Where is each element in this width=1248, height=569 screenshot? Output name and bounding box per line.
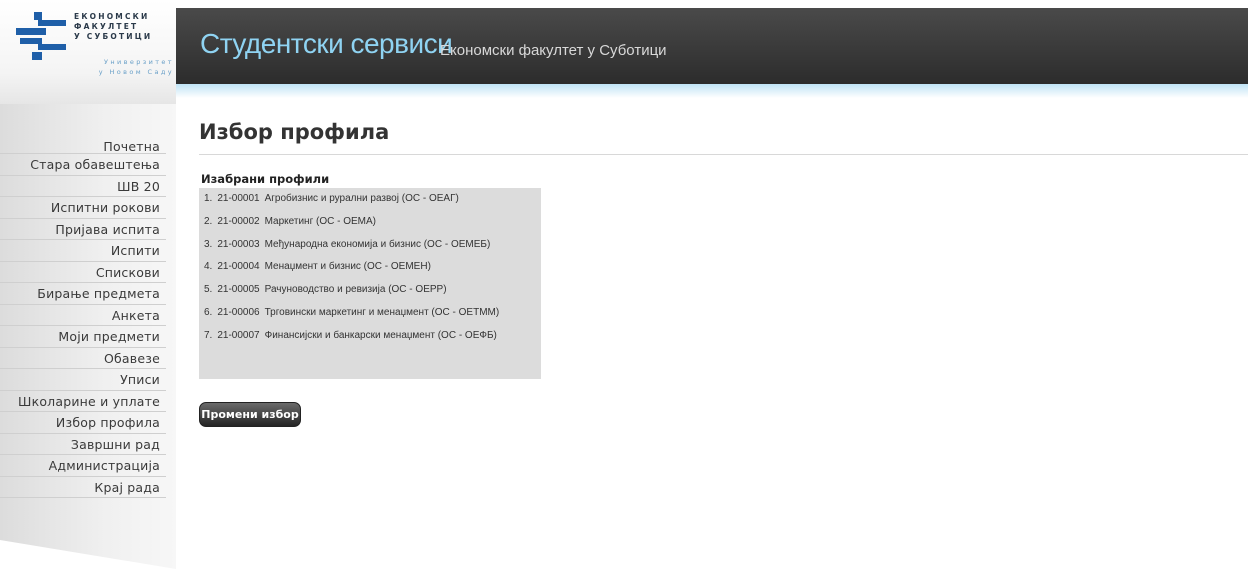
- title-divider: [199, 154, 1248, 155]
- profile-name: Менаџмент и бизнис (ОС - ОЕМЕН): [264, 261, 431, 273]
- faculty-logo-icon: [16, 12, 66, 60]
- profile-number: 2.: [204, 215, 213, 227]
- change-selection-button[interactable]: Промени избор: [199, 402, 301, 427]
- logo-line-2: ФАКУЛТЕТ: [74, 22, 139, 31]
- profile-number: 1.: [204, 193, 213, 204]
- profile-name: Финансијски и банкарски менаџмент (ОС - …: [264, 329, 497, 341]
- sidebar-item-course-selection[interactable]: Бирање предмета: [0, 283, 166, 305]
- sidebar-item-survey[interactable]: Анкета: [0, 305, 166, 326]
- logo-text: ЕКОНОМСКИ ФАКУЛТЕТ У СУБОТИЦИ: [74, 12, 174, 42]
- profile-number: 4.: [204, 261, 213, 273]
- sidebar-item-tuition-payments[interactable]: Школарине и уплате: [0, 391, 166, 412]
- profiles-list: 1. 21-00001 Агробизнис и рурални развој (О…: [199, 188, 541, 353]
- logo-line-1: ЕКОНОМСКИ: [74, 12, 150, 21]
- sidebar-item-administration[interactable]: Администрација: [0, 455, 166, 477]
- profile-name: Рачуноводство и ревизија (ОС - ОЕРР): [264, 284, 447, 296]
- sidebar-item-my-courses[interactable]: Моји предмети: [0, 326, 166, 348]
- sidebar-item-enrollments[interactable]: Уписи: [0, 369, 166, 391]
- list-item: 1. 21-00001 Агробизнис и рурални развој (О…: [204, 193, 541, 216]
- profile-name: Међународна економија и бизнис (ОС - ОЕМ…: [264, 238, 491, 250]
- profile-number: 6.: [204, 306, 213, 318]
- list-item: 4. 21-00004 Менаџмент и бизнис (ОС - ОЕМЕН…: [204, 261, 541, 284]
- page-title: Избор профила: [199, 120, 390, 144]
- profile-code: 21-00004: [217, 261, 260, 273]
- list-item: 2. 21-00002 Маркетинг (ОС - ОЕМА): [204, 216, 541, 239]
- profile-code: 21-00001: [217, 193, 260, 204]
- profile-number: 3.: [204, 238, 213, 250]
- sidebar-item-old-notices[interactable]: Стара обавештења: [0, 154, 166, 176]
- profile-number: 5.: [204, 284, 213, 296]
- selected-profiles-label: Изабрани профили: [201, 172, 330, 186]
- profile-name: Трговински маркетинг и менаџмент (ОС - О…: [264, 306, 500, 318]
- list-item: 7. 21-00007 Финансијски и банкарски менаџм…: [204, 330, 541, 353]
- profile-code: 21-00006: [217, 306, 260, 318]
- sidebar-item-exams[interactable]: Испити: [0, 240, 166, 262]
- logo-university: Универзитет у Новом Саду: [74, 57, 174, 77]
- profile-number: 7.: [204, 329, 213, 341]
- profile-name: Агробизнис и рурални развој (ОС - ОЕАГ): [264, 193, 459, 204]
- site-title: Студентски сервиси: [200, 28, 453, 59]
- sidebar-menu: Почетна Стара обавештења ШВ 20 Испитни р…: [0, 140, 166, 498]
- sidebar-item-sv20[interactable]: ШВ 20: [0, 176, 166, 197]
- sidebar-item-exam-periods[interactable]: Испитни рокови: [0, 197, 166, 219]
- sidebar-item-final-thesis[interactable]: Завршни рад: [0, 434, 166, 455]
- profile-code: 21-00005: [217, 284, 260, 296]
- header-glow: [176, 84, 1248, 98]
- sidebar-item-exam-registration[interactable]: Пријава испита: [0, 219, 166, 240]
- selected-profiles-box: 1. 21-00001 Агробизнис и рурални развој (О…: [199, 188, 541, 379]
- sidebar-item-lists[interactable]: Спискови: [0, 262, 166, 283]
- site-subtitle: Економски факултет у Суботици: [440, 42, 667, 59]
- profile-code: 21-00003: [217, 238, 260, 250]
- sidebar-item-obligations[interactable]: Обавезе: [0, 348, 166, 369]
- logo-sub-2: у Новом Саду: [98, 68, 174, 76]
- list-item: 3. 21-00003 Међународна економија и бизнис…: [204, 239, 541, 262]
- profile-name: Маркетинг (ОС - ОЕМА): [264, 215, 377, 227]
- faculty-logo[interactable]: ЕКОНОМСКИ ФАКУЛТЕТ У СУБОТИЦИ Универзите…: [0, 0, 176, 104]
- logo-line-3: У СУБОТИЦИ: [74, 32, 153, 41]
- logo-sub-1: Универзитет: [103, 58, 174, 66]
- list-item: 6. 21-00006 Трговински маркетинг и менаџме…: [204, 307, 541, 330]
- list-item: 5. 21-00005 Рачуноводство и ревизија (ОС -…: [204, 284, 541, 307]
- profile-code: 21-00002: [217, 215, 260, 227]
- sidebar-item-home[interactable]: Почетна: [0, 140, 166, 154]
- sidebar-item-logout[interactable]: Крај рада: [0, 477, 166, 498]
- sidebar-item-profile-selection[interactable]: Избор профила: [0, 412, 166, 434]
- profile-code: 21-00007: [217, 329, 260, 341]
